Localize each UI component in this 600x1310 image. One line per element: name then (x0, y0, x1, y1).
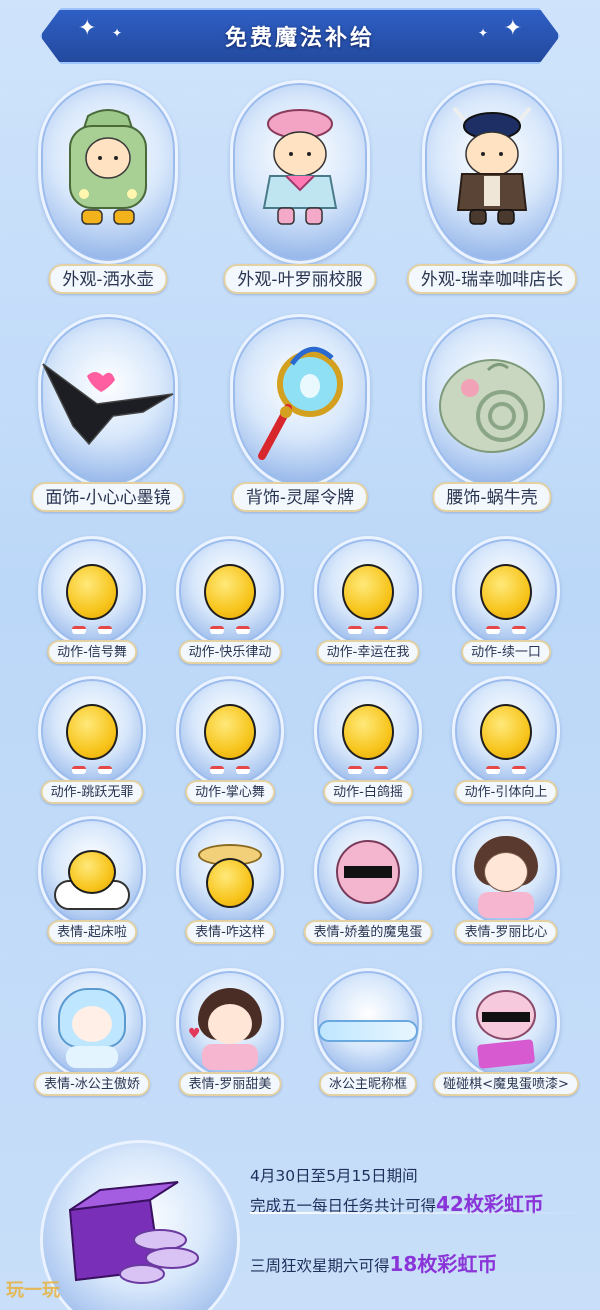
watermark-logo: 玩一玩 (6, 1280, 60, 1301)
heart-sunglasses-icon (42, 363, 174, 446)
why-like-this-emote-icon (188, 838, 272, 922)
item-card[interactable]: 动作-续一口 (438, 536, 574, 670)
item-label: 外观-瑞幸咖啡店长 (406, 264, 578, 294)
item-label: 碰碰棋<魔鬼蛋喷漆> (433, 1072, 579, 1096)
item-card[interactable]: 动作-掌心舞 (162, 676, 298, 810)
item-label: 动作-续一口 (461, 640, 551, 664)
dove-sway-action-icon (328, 696, 408, 784)
shy-devil-egg-emote-icon (326, 836, 410, 920)
palm-dance-action-icon (190, 696, 270, 784)
item-label: 动作-幸运在我 (316, 640, 420, 664)
item-label: 表情-罗丽甜美 (178, 1072, 282, 1096)
saturday-reward-amount: 18枚彩虹币 (389, 1252, 498, 1276)
item-label: 动作-快乐律动 (178, 640, 282, 664)
item-label: 冰公主昵称框 (318, 1072, 418, 1096)
item-label: 动作-掌心舞 (185, 780, 275, 804)
sparkle-icon: ✦ (503, 16, 522, 41)
item-card[interactable]: 动作-快乐律动 (162, 536, 298, 670)
item-card[interactable]: 表情-罗丽比心 (438, 816, 574, 950)
ice-princess-nameplate-icon (318, 1016, 418, 1046)
pull-up-action-icon (466, 696, 546, 784)
sparkle-icon: ✦ (477, 26, 488, 40)
item-label: 动作-信号舞 (47, 640, 137, 664)
item-card[interactable]: 腰饰-蜗牛壳 (400, 310, 584, 525)
one-more-sip-action-icon (466, 556, 546, 644)
item-card[interactable]: 动作-引体向上 (438, 676, 574, 810)
item-label: 动作-跳跃无罪 (40, 780, 144, 804)
item-label: 外观-洒水壶 (48, 264, 168, 294)
saturday-reward-prefix: 三周狂欢星期六可得 (250, 1257, 390, 1275)
item-label: 腰饰-蜗牛壳 (432, 482, 552, 512)
event-period-text: 4月30日至5月15日期间 (250, 1167, 418, 1185)
coffee-manager-costume-icon (452, 106, 532, 225)
item-card[interactable]: 表情-咋这样 (162, 816, 298, 950)
devil-egg-spray-icon (464, 986, 548, 1074)
item-card[interactable]: ♥ 表情-罗丽甜美 (162, 968, 298, 1102)
divider (250, 1212, 580, 1214)
rainbow-coin-box-icon (68, 1181, 199, 1284)
item-label: 表情-娇羞的魔鬼蛋 (303, 920, 433, 944)
lucky-me-action-icon (328, 556, 408, 644)
snail-shell-icon (439, 359, 545, 453)
luoli-sweet-emote-icon: ♥ (188, 986, 272, 1074)
item-card[interactable]: 表情-起床啦 (24, 816, 160, 950)
jump-action-icon (52, 696, 132, 784)
reward-info-section: 4月30日至5月15日期间 完成五一每日任务共计可得42枚彩虹币 三周狂欢星期六… (40, 1140, 580, 1310)
signal-dance-action-icon (52, 556, 132, 644)
item-label: 表情-罗丽比心 (454, 920, 558, 944)
item-label: 表情-冰公主傲娇 (34, 1072, 150, 1096)
item-card[interactable]: 外观-洒水壶 (16, 80, 200, 300)
item-card[interactable]: 表情-娇羞的魔鬼蛋 (300, 816, 436, 950)
item-label: 背饰-灵犀令牌 (231, 482, 369, 512)
pink-school-uniform-costume-icon (262, 109, 338, 225)
item-card[interactable]: 外观-叶罗丽校服 (208, 80, 392, 300)
luoli-heart-emote-icon (464, 834, 548, 922)
item-card[interactable]: 表情-冰公主傲娇 (24, 968, 160, 1102)
item-label: 表情-起床啦 (47, 920, 137, 944)
saturday-reward-text: 三周狂欢星期六可得18枚彩虹币 (250, 1248, 497, 1277)
item-label: 动作-白鸽摇 (323, 780, 413, 804)
wake-up-emote-icon (50, 840, 134, 920)
ice-princess-emote-icon (50, 986, 134, 1074)
green-watering-can-costume-icon (69, 109, 147, 225)
item-label: 表情-咋这样 (185, 920, 275, 944)
item-card[interactable]: 面饰-小心心墨镜 (16, 310, 200, 525)
item-label: 动作-引体向上 (454, 780, 558, 804)
item-card[interactable]: 外观-瑞幸咖啡店长 (400, 80, 584, 300)
sparkle-icon: ✦ (112, 26, 123, 40)
item-label: 面饰-小心心墨镜 (31, 482, 185, 512)
item-card[interactable]: 背饰-灵犀令牌 (208, 310, 392, 525)
item-card[interactable]: 动作-幸运在我 (300, 536, 436, 670)
sparkle-icon: ✦ (78, 16, 97, 41)
item-card[interactable]: 动作-跳跃无罪 (24, 676, 160, 810)
item-card[interactable]: 碰碰棋<魔鬼蛋喷漆> (433, 968, 579, 1102)
item-card[interactable]: 动作-信号舞 (24, 536, 160, 670)
happy-groove-action-icon (190, 556, 270, 644)
item-card[interactable]: 动作-白鸽摇 (300, 676, 436, 810)
magic-token-wand-icon (258, 346, 343, 460)
item-card[interactable]: 冰公主昵称框 (300, 968, 436, 1102)
page-title: 免费魔法补给 (224, 26, 375, 51)
item-label: 外观-叶罗丽校服 (223, 264, 377, 294)
